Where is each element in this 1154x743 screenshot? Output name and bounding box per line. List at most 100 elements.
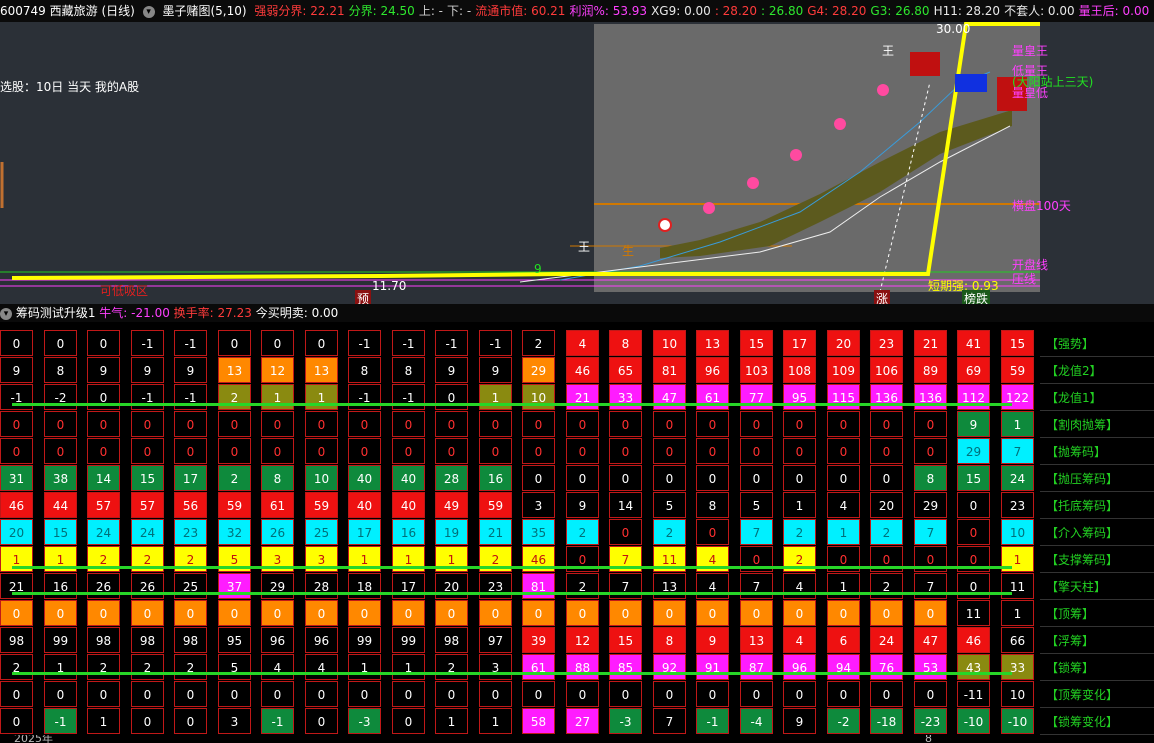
table-cell: 9 <box>566 492 599 518</box>
table-cell: 46 <box>957 627 990 653</box>
table-cell: 4 <box>261 654 294 680</box>
table-cell: -1 <box>479 330 512 356</box>
table-cell: 47 <box>914 627 947 653</box>
table-cell: 0 <box>131 708 164 734</box>
table-cell: 0 <box>522 411 555 437</box>
table-cell: 31 <box>0 465 33 491</box>
table-cell: -11 <box>957 681 990 707</box>
table-cell: 37 <box>218 573 251 599</box>
table-cell: 0 <box>87 681 120 707</box>
table-cell: 98 <box>174 627 207 653</box>
table-cell: 0 <box>261 330 294 356</box>
table-cell: 28 <box>435 465 468 491</box>
table-cell: 0 <box>479 600 512 626</box>
table-cell: 59 <box>218 492 251 518</box>
table-cell: 106 <box>870 357 903 383</box>
row-label: 【介入筹码】 <box>1046 526 1119 540</box>
table-cell: 0 <box>44 438 77 464</box>
table-cell: 1 <box>87 708 120 734</box>
table-cell: 26 <box>87 573 120 599</box>
table-cell: -1 <box>174 384 207 410</box>
table-cell: 21 <box>914 330 947 356</box>
table-cell: 0 <box>740 411 773 437</box>
table-cell: 24 <box>870 627 903 653</box>
table-cell: 7 <box>1001 438 1034 464</box>
main-chart[interactable]: 选股：10日 当天 我的A股 30.00 11.70 量皇王 低量王 (大阳站上… <box>0 22 1154 304</box>
table-cell: 0 <box>392 438 425 464</box>
table-cell: 16 <box>44 573 77 599</box>
table-cell: 40 <box>392 492 425 518</box>
table-cell: 0 <box>435 681 468 707</box>
table-cell: 1 <box>44 654 77 680</box>
table-cell: 0 <box>174 708 207 734</box>
table-cell: -1 <box>696 708 729 734</box>
label-bottom-red: 可低吸区 <box>100 284 149 298</box>
table-cell: 24 <box>1001 465 1034 491</box>
table-cell: 92 <box>653 654 686 680</box>
table-cell: 4 <box>696 573 729 599</box>
table-cell: 19 <box>435 519 468 545</box>
table-cell: 0 <box>435 411 468 437</box>
table-cell: -1 <box>131 330 164 356</box>
row-label: 【龙值1】 <box>1046 391 1102 405</box>
table-cell: 0 <box>566 681 599 707</box>
table-cell: 9 <box>174 357 207 383</box>
table-cell: -23 <box>914 708 947 734</box>
indicator-name[interactable]: 墨子赌图(5,10) <box>162 4 246 18</box>
row-label: 【抛筹码】 <box>1046 445 1107 459</box>
table-cell: 61 <box>261 492 294 518</box>
table-cell: 13 <box>305 357 338 383</box>
row-separator <box>1040 545 1154 546</box>
table-cell: 0 <box>957 573 990 599</box>
table-cell: 0 <box>522 438 555 464</box>
table-cell: 11 <box>1001 573 1034 599</box>
label-sheng: 生 <box>622 244 635 258</box>
table-cell: 59 <box>479 492 512 518</box>
table-cell: 98 <box>435 627 468 653</box>
table-cell: 18 <box>348 573 381 599</box>
table-cell: 0 <box>392 681 425 707</box>
table-cell: 1 <box>348 654 381 680</box>
table-cell: -1 <box>392 384 425 410</box>
table-cell: 0 <box>522 465 555 491</box>
row-label: 【擎天柱】 <box>1046 580 1107 594</box>
table-cell: -1 <box>0 384 33 410</box>
row-label: 【锁筹】 <box>1046 661 1095 675</box>
table-cell: 53 <box>914 654 947 680</box>
table-cell: 87 <box>740 654 773 680</box>
niuqi-value: 牛气: -21.00 <box>99 306 170 320</box>
chevron-down-icon[interactable]: ▾ <box>0 307 12 320</box>
row-label: 【顶筹变化】 <box>1046 688 1119 702</box>
table-cell: 0 <box>522 600 555 626</box>
table-cell: 15 <box>609 627 642 653</box>
table-cell: 15 <box>740 330 773 356</box>
table-cell: 0 <box>0 438 33 464</box>
table-cell: 0 <box>174 600 207 626</box>
table-cell: 16 <box>392 519 425 545</box>
chevron-down-icon[interactable]: ▾ <box>142 5 155 18</box>
table-cell: 0 <box>609 465 642 491</box>
header-stat: 不套人: 0.00 <box>1004 4 1075 18</box>
table-cell: 2 <box>870 519 903 545</box>
table-cell: 0 <box>609 600 642 626</box>
table-cell: -1 <box>435 330 468 356</box>
table-cell: 0 <box>131 600 164 626</box>
table-cell: 40 <box>348 465 381 491</box>
table-cell: 57 <box>131 492 164 518</box>
table-cell: 4 <box>783 573 816 599</box>
table-cell: 35 <box>522 519 555 545</box>
row-separator <box>1040 707 1154 708</box>
table-cell: 0 <box>783 465 816 491</box>
table-cell: 8 <box>914 465 947 491</box>
red-candle-1 <box>910 52 940 76</box>
table-cell: 2 <box>566 573 599 599</box>
table-cell: 136 <box>870 384 903 410</box>
marker-bangdie: 榜跌 <box>962 290 991 304</box>
table-cell: 7 <box>740 519 773 545</box>
table-cell: 0 <box>348 438 381 464</box>
table-cell: 0 <box>261 600 294 626</box>
table-cell: 23 <box>870 330 903 356</box>
table-cell: 0 <box>131 681 164 707</box>
sub-title[interactable]: 筹码测试升级1 <box>16 306 96 320</box>
table-cell: 0 <box>740 681 773 707</box>
